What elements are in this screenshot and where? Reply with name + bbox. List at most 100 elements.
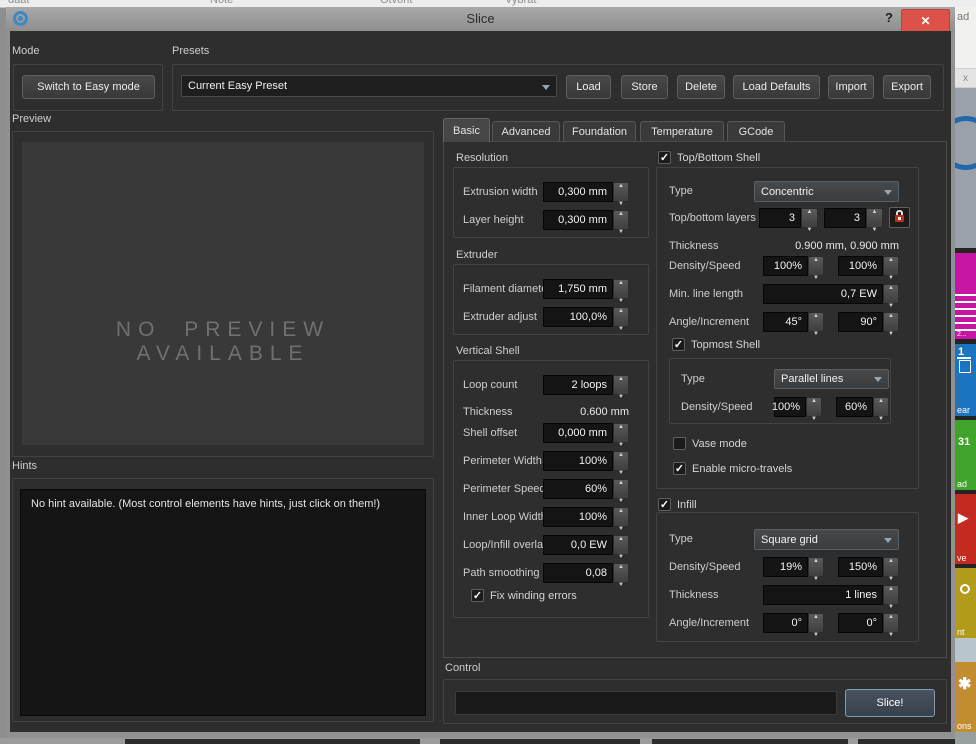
spin-up-icon[interactable] — [618, 555, 624, 573]
preset-select[interactable]: Current Easy Preset — [181, 75, 557, 97]
spin-up-icon[interactable] — [813, 248, 819, 266]
spin-up-icon[interactable] — [618, 299, 624, 317]
bg-options-button[interactable]: ✱ ons — [955, 662, 976, 732]
loop-infill-overlap-spinner[interactable] — [613, 535, 629, 555]
min-line-length-spinner[interactable] — [883, 284, 899, 304]
path-smoothing-field[interactable]: 0,08 — [543, 563, 613, 583]
topmost-shell-checkbox[interactable]: ✓ Topmost Shell — [672, 338, 760, 351]
infill-density-spinner[interactable] — [808, 557, 824, 577]
spin-down-icon[interactable] — [618, 317, 624, 335]
infill-increment-spinner[interactable] — [883, 613, 899, 633]
spin-up-icon[interactable] — [618, 415, 624, 433]
spin-up-icon[interactable] — [618, 271, 624, 289]
checkbox-check-icon[interactable] — [673, 437, 686, 450]
tab-basic[interactable]: Basic — [443, 118, 490, 142]
shell-offset-spinner[interactable] — [613, 423, 629, 443]
loop-count-field[interactable]: 2 loops — [543, 375, 613, 395]
spin-up-icon[interactable] — [813, 605, 819, 623]
bottom-layers-field[interactable]: 3 — [824, 208, 866, 228]
topmost-speed-field[interactable]: 60% — [836, 397, 873, 417]
perimeter-width-field[interactable]: 100% — [543, 451, 613, 471]
tb-increment-field[interactable]: 90° — [838, 312, 883, 332]
extrusion-width-spinner[interactable] — [613, 182, 629, 202]
tab-gcode[interactable]: GCode — [727, 121, 785, 142]
topmost-speed-spinner[interactable] — [873, 397, 889, 417]
spin-up-icon[interactable] — [888, 304, 894, 322]
bg-load-button[interactable]: 31 ad — [955, 420, 976, 490]
bg-mini-close-button[interactable]: x — [955, 68, 976, 88]
spin-up-icon[interactable] — [888, 577, 894, 595]
path-smoothing-spinner[interactable] — [613, 563, 629, 583]
spin-down-icon[interactable] — [813, 623, 819, 641]
extrusion-width-field[interactable]: 0,300 mm — [543, 182, 613, 202]
spin-up-icon[interactable] — [888, 276, 894, 294]
shell-offset-field[interactable]: 0,000 mm — [543, 423, 613, 443]
extruder-adjust-spinner[interactable] — [613, 307, 629, 327]
infill-thickness-spinner[interactable] — [883, 585, 899, 605]
checkbox-check-icon[interactable]: ✓ — [658, 151, 671, 164]
spin-up-icon[interactable] — [618, 499, 624, 517]
tb-speed-spinner[interactable] — [883, 256, 899, 276]
topmost-type-select[interactable]: Parallel lines — [774, 369, 889, 389]
checkbox-check-icon[interactable]: ✓ — [673, 462, 686, 475]
spin-up-icon[interactable] — [618, 443, 624, 461]
spin-down-icon[interactable] — [888, 623, 894, 641]
loop-infill-overlap-field[interactable]: 0,0 EW — [543, 535, 613, 555]
infill-angle-field[interactable]: 0° — [763, 613, 808, 633]
spin-down-icon[interactable] — [811, 407, 817, 425]
spin-up-icon[interactable] — [878, 389, 884, 407]
filament-diameter-field[interactable]: 1,750 mm — [543, 279, 613, 299]
perimeter-speed-spinner[interactable] — [613, 479, 629, 499]
spin-up-icon[interactable] — [618, 174, 624, 192]
tb-increment-spinner[interactable] — [883, 312, 899, 332]
infill-speed-spinner[interactable] — [883, 557, 899, 577]
spin-down-icon[interactable] — [813, 266, 819, 284]
spin-up-icon[interactable] — [872, 200, 878, 218]
top-layers-field[interactable]: 3 — [759, 208, 801, 228]
close-button[interactable]: ✕ — [901, 9, 950, 33]
slice-button[interactable]: Slice! — [845, 689, 935, 717]
checkbox-check-icon[interactable]: ✓ — [672, 338, 685, 351]
spin-up-icon[interactable] — [618, 367, 624, 385]
infill-density-field[interactable]: 19% — [763, 557, 808, 577]
bg-save-button[interactable]: ▶ ve — [955, 494, 976, 564]
spin-up-icon[interactable] — [888, 248, 894, 266]
spin-up-icon[interactable] — [813, 304, 819, 322]
infill-angle-spinner[interactable] — [808, 613, 824, 633]
tb-type-select[interactable]: Concentric — [754, 181, 899, 202]
spin-down-icon[interactable] — [878, 407, 884, 425]
switch-easy-mode-button[interactable]: Switch to Easy mode — [22, 75, 155, 99]
min-line-length-field[interactable]: 0,7 EW — [763, 284, 883, 304]
spin-up-icon[interactable] — [813, 549, 819, 567]
topmost-density-spinner[interactable] — [806, 397, 822, 417]
spin-up-icon[interactable] — [888, 549, 894, 567]
checkbox-check-icon[interactable]: ✓ — [658, 498, 671, 511]
bottom-layers-spinner[interactable] — [866, 208, 883, 228]
import-button[interactable]: Import — [828, 75, 874, 99]
tab-foundation[interactable]: Foundation — [563, 121, 636, 142]
top-bottom-shell-checkbox[interactable]: ✓ Top/Bottom Shell — [658, 151, 760, 164]
spin-down-icon[interactable] — [807, 218, 813, 236]
infill-increment-field[interactable]: 0° — [838, 613, 883, 633]
spin-up-icon[interactable] — [811, 389, 817, 407]
layer-height-field[interactable]: 0,300 mm — [543, 210, 613, 230]
tb-speed-field[interactable]: 100% — [838, 256, 883, 276]
checkbox-check-icon[interactable]: ✓ — [471, 589, 484, 602]
spin-down-icon[interactable] — [618, 573, 624, 591]
spin-down-icon[interactable] — [618, 220, 624, 238]
inner-loop-width-spinner[interactable] — [613, 507, 629, 527]
tb-angle-field[interactable]: 45° — [763, 312, 808, 332]
spin-up-icon[interactable] — [618, 471, 624, 489]
topmost-density-field[interactable]: 100% — [774, 397, 806, 417]
infill-checkbox[interactable]: ✓ Infill — [658, 498, 697, 511]
load-button[interactable]: Load — [566, 75, 611, 99]
tb-density-field[interactable]: 100% — [763, 256, 808, 276]
delete-button[interactable]: Delete — [677, 75, 725, 99]
infill-speed-field[interactable]: 150% — [838, 557, 883, 577]
spin-down-icon[interactable] — [618, 385, 624, 403]
export-button[interactable]: Export — [883, 75, 931, 99]
perimeter-speed-field[interactable]: 60% — [543, 479, 613, 499]
perimeter-width-spinner[interactable] — [613, 451, 629, 471]
vase-mode-checkbox[interactable]: Vase mode — [673, 437, 747, 450]
tb-density-spinner[interactable] — [808, 256, 824, 276]
